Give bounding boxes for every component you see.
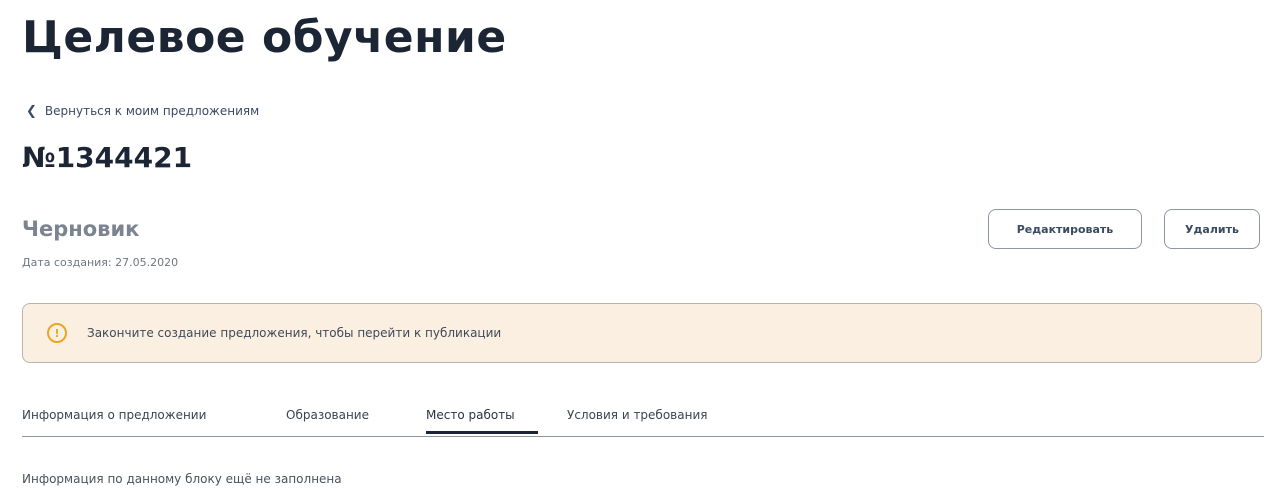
tab-workplace[interactable]: Место работы [426,408,515,422]
draft-notice: ! Закончите создание предложения, чтобы … [22,303,1262,363]
warning-circle-icon: ! [47,323,67,343]
tabs-bar: Информация о предложении Образование Мес… [22,398,1264,437]
active-tab-indicator [426,431,538,434]
tab-education[interactable]: Образование [286,408,369,422]
notice-text: Закончите создание предложения, чтобы пе… [87,326,502,340]
back-link-label: Вернуться к моим предложениям [44,104,260,118]
creation-date: Дата создания: 27.05.2020 [22,256,179,269]
empty-block-message: Информация по данному блоку ещё не запол… [22,472,342,486]
back-link[interactable]: ❮ Вернуться к моим предложениям [26,104,259,118]
tab-offer-info[interactable]: Информация о предложении [22,408,206,422]
delete-button[interactable]: Удалить [1164,209,1260,249]
status-label: Черновик [22,217,140,241]
chevron-left-icon: ❮ [26,103,37,119]
edit-button[interactable]: Редактировать [988,209,1142,249]
offer-number: №1344421 [22,141,193,174]
page-title: Целевое обучение [22,12,507,63]
tab-conditions[interactable]: Условия и требования [567,408,707,422]
